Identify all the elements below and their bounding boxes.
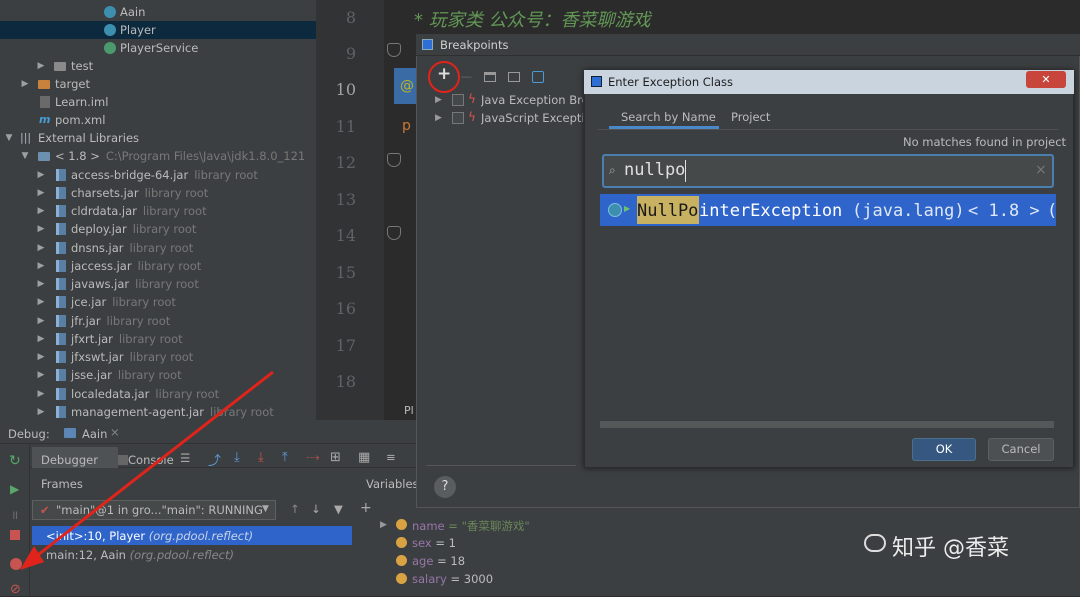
pointer-arrowhead: [20, 546, 44, 570]
annotation-overlay: [20, 61, 460, 570]
pointer-arrow-line: [33, 370, 274, 560]
wechat-icon: [864, 534, 886, 552]
watermark-text: 知乎 @香菜: [892, 536, 1009, 561]
highlight-circle: [428, 61, 460, 93]
